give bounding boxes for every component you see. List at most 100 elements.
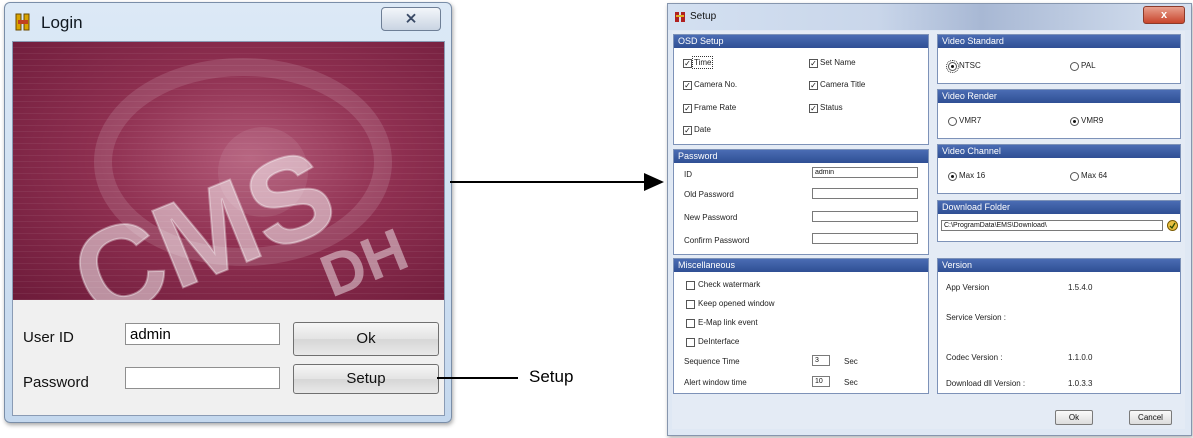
version-panel: Version App Version 1.5.4.0 Service Vers…: [937, 258, 1181, 394]
close-icon: x: [1160, 9, 1168, 21]
arrow-head-icon: [644, 173, 664, 191]
setup-button[interactable]: Setup: [293, 364, 439, 394]
browse-folder-icon[interactable]: [1167, 220, 1178, 231]
frame-rate-checkbox[interactable]: ✓: [683, 104, 692, 113]
max-64-radio[interactable]: [1070, 172, 1079, 181]
video-channel-panel: Video Channel Max 16 Max 64: [937, 144, 1181, 194]
check-watermark-checkbox[interactable]: [686, 281, 695, 290]
video-channel-header: Video Channel: [938, 145, 1180, 158]
frame-rate-label: Frame Rate: [694, 103, 737, 112]
old-password-label: Old Password: [684, 190, 734, 199]
emap-link-event-label: E-Map link event: [698, 318, 758, 327]
camera-title-label: Camera Title: [820, 80, 866, 89]
pal-radio[interactable]: [1070, 62, 1079, 71]
date-checkbox[interactable]: ✓: [683, 126, 692, 135]
confirm-password-label: Confirm Password: [684, 236, 750, 245]
camera-no-checkbox[interactable]: ✓: [683, 81, 692, 90]
deinterlace-label: DeInterface: [698, 337, 740, 346]
login-window: Login ⨯ CMS DH User ID Ok Password: [4, 2, 452, 423]
sequence-time-unit: Sec: [844, 357, 858, 366]
download-folder-panel: Download Folder: [937, 200, 1181, 242]
id-input[interactable]: [812, 167, 918, 178]
check-watermark-label: Check watermark: [698, 280, 761, 289]
max-16-label: Max 16: [959, 171, 986, 180]
setup-window: Setup x OSD Setup ✓ Time ✓ Set Name ✓ Ca…: [667, 3, 1192, 436]
setup-callout-label: Setup: [529, 367, 574, 386]
download-folder-header: Download Folder: [938, 201, 1180, 214]
codec-version-value: 1.1.0.0: [1068, 353, 1093, 362]
close-button[interactable]: x: [1143, 6, 1185, 24]
password-panel: Password ID Old Password New Password Co…: [673, 149, 929, 255]
password-header: Password: [674, 150, 928, 163]
osd-setup-header: OSD Setup: [674, 35, 928, 48]
time-label: Time: [691, 56, 714, 69]
osd-setup-panel: OSD Setup ✓ Time ✓ Set Name ✓ Camera No.…: [673, 34, 929, 145]
service-version-label: Service Version :: [946, 313, 1007, 322]
time-checkbox[interactable]: ✓: [683, 59, 692, 68]
cms-dh-logo: CMS DH: [54, 58, 417, 300]
video-render-header: Video Render: [938, 90, 1180, 103]
vmr9-radio[interactable]: [1070, 117, 1079, 126]
close-icon: ⨯: [404, 10, 418, 27]
id-label: ID: [684, 170, 692, 179]
vmr9-label: VMR9: [1081, 116, 1104, 125]
set-name-checkbox[interactable]: ✓: [809, 59, 818, 68]
confirm-password-input[interactable]: [812, 233, 918, 244]
vmr7-label: VMR7: [959, 116, 982, 125]
new-password-input[interactable]: [812, 211, 918, 222]
password-label: Password: [23, 374, 89, 391]
setup-ok-label: Ok: [1068, 413, 1080, 422]
codec-version-label: Codec Version :: [946, 353, 1003, 362]
cms-banner-image: CMS DH: [13, 42, 444, 300]
version-header: Version: [938, 259, 1180, 272]
setup-cancel-label: Cancel: [1138, 413, 1163, 422]
app-logo-icon: [675, 12, 685, 22]
alert-window-time-label: Alert window time: [684, 378, 747, 387]
download-dll-version-value: 1.0.3.3: [1068, 379, 1093, 388]
app-version-value: 1.5.4.0: [1068, 283, 1093, 292]
video-render-panel: Video Render VMR7 VMR9: [937, 89, 1181, 139]
vmr7-radio[interactable]: [948, 117, 957, 126]
download-dll-version-label: Download dll Version :: [946, 379, 1026, 388]
user-id-label: User ID: [23, 329, 74, 346]
download-folder-input[interactable]: [941, 220, 1163, 231]
pal-label: PAL: [1081, 61, 1096, 70]
video-standard-header: Video Standard: [938, 35, 1180, 48]
keep-opened-window-checkbox[interactable]: [686, 300, 695, 309]
date-label: Date: [694, 125, 711, 134]
status-checkbox[interactable]: ✓: [809, 104, 818, 113]
alert-window-time-unit: Sec: [844, 378, 858, 387]
emap-link-event-checkbox[interactable]: [686, 319, 695, 328]
max-16-radio[interactable]: [948, 172, 957, 181]
setup-ok-button[interactable]: Ok: [1055, 410, 1093, 425]
setup-button-label: Setup: [346, 370, 386, 387]
sequence-time-input[interactable]: [812, 355, 830, 366]
app-logo-icon: [15, 13, 30, 31]
setup-cancel-button[interactable]: Cancel: [1129, 410, 1172, 425]
status-label: Status: [820, 103, 843, 112]
password-input[interactable]: [125, 367, 280, 389]
keep-opened-window-label: Keep opened window: [698, 299, 775, 308]
sequence-time-label: Sequence Time: [684, 357, 740, 366]
miscellaneous-panel: Miscellaneous Check watermark Keep opene…: [673, 258, 929, 394]
login-titlebar[interactable]: Login ⨯: [5, 3, 451, 39]
ok-button-label: Ok: [356, 330, 376, 347]
old-password-input[interactable]: [812, 188, 918, 199]
alert-window-time-input[interactable]: [812, 376, 830, 387]
user-id-input[interactable]: [125, 323, 280, 345]
camera-title-checkbox[interactable]: ✓: [809, 81, 818, 90]
miscellaneous-header: Miscellaneous: [674, 259, 928, 272]
setup-title: Setup: [690, 11, 717, 22]
arrow-line: [450, 181, 646, 183]
deinterlace-checkbox[interactable]: [686, 338, 695, 347]
app-version-label: App Version: [946, 283, 990, 292]
ok-button[interactable]: Ok: [293, 322, 439, 356]
setup-body: OSD Setup ✓ Time ✓ Set Name ✓ Camera No.…: [672, 31, 1185, 429]
setup-titlebar[interactable]: Setup x: [668, 4, 1191, 30]
new-password-label: New Password: [684, 213, 738, 222]
login-title: Login: [41, 13, 83, 32]
max-64-label: Max 64: [1081, 171, 1108, 180]
ntsc-radio[interactable]: [946, 60, 959, 73]
camera-no-label: Camera No.: [694, 80, 738, 89]
close-button[interactable]: ⨯: [381, 7, 441, 31]
